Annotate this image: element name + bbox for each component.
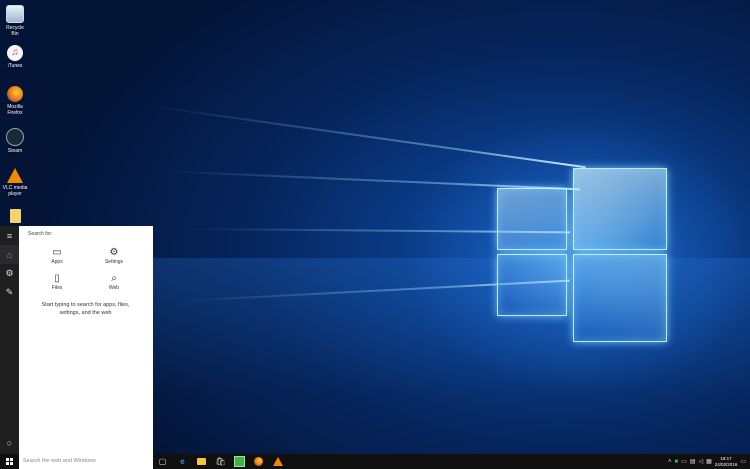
search-hint-text: Start typing to search for apps, files, … xyxy=(41,302,130,316)
search-panel: Search for: ▭ Apps ⚙ Settings ▯ Files ⌕ … xyxy=(19,226,153,454)
chevron-up-icon[interactable]: ˄ xyxy=(668,459,672,465)
apps-icon: ▭ xyxy=(52,247,62,258)
logo-pane-top-left xyxy=(497,188,567,250)
firefox-icon xyxy=(7,86,23,102)
vlc-icon[interactable] xyxy=(272,456,283,467)
desktop-icon-label: VLC media player xyxy=(2,185,28,197)
logo-pane-top-right xyxy=(573,168,667,250)
system-tray: ˄ ■ ▭ ▤ ◁ ▦ 18:17 24/02/2016 ▭ xyxy=(668,455,746,468)
category-label: Files xyxy=(51,285,63,291)
itunes-icon: ♫ xyxy=(7,45,23,61)
steam-icon xyxy=(6,128,24,146)
desktop-icon-firefox[interactable]: Mozilla Firefox xyxy=(2,86,28,116)
desktop-icon-itunes[interactable]: ♫ iTunes xyxy=(2,45,28,69)
gear-icon: ⚙ xyxy=(109,247,119,258)
desktop-icon-recycle-bin[interactable]: Recycle Bin xyxy=(2,5,28,37)
clock-date: 24/02/2016 xyxy=(714,461,738,467)
green-app-icon[interactable] xyxy=(234,456,245,467)
task-view-icon[interactable]: ▢ xyxy=(157,456,168,467)
firefox-icon[interactable] xyxy=(253,456,264,467)
desktop-icon-label: Mozilla Firefox xyxy=(7,104,23,116)
taskbar-clock[interactable]: 18:17 24/02/2016 xyxy=(715,456,738,467)
logo-pane-bottom-left xyxy=(497,254,567,316)
start-left-rail: ≡ ⌂ ⚙ ✎ ○ xyxy=(0,226,19,454)
cortana-circle-icon[interactable]: ○ xyxy=(0,433,19,452)
category-label: Apps xyxy=(51,259,63,265)
volume-icon[interactable]: ◁ xyxy=(699,458,704,465)
language-icon[interactable]: ▦ xyxy=(706,458,712,465)
desktop-icon-label: iTunes xyxy=(7,63,23,69)
search-for-label: Search for: xyxy=(28,231,53,237)
home-icon[interactable]: ⌂ xyxy=(0,245,19,264)
network-icon[interactable]: ▤ xyxy=(690,458,696,465)
search-icon: ⌕ xyxy=(111,273,117,284)
search-category-apps[interactable]: ▭ Apps xyxy=(37,247,77,265)
logo-pane-bottom-right xyxy=(573,254,667,342)
category-label: Settings xyxy=(104,259,124,265)
search-category-settings[interactable]: ⚙ Settings xyxy=(94,247,134,265)
taskbar-search-input[interactable]: Search the web and Windows xyxy=(19,454,153,469)
desktop-icon-label: Steam xyxy=(7,148,23,154)
feedback-icon[interactable]: ✎ xyxy=(0,283,19,302)
start-button[interactable] xyxy=(0,454,19,469)
search-category-web[interactable]: ⌕ Web xyxy=(94,273,134,291)
file-icon: ▯ xyxy=(54,273,60,284)
search-category-files[interactable]: ▯ Files xyxy=(37,273,77,291)
desktop-icon-vlc[interactable]: VLC media player xyxy=(2,168,28,197)
tray-app-icon[interactable]: ■ xyxy=(675,459,679,465)
desktop-icon-steam[interactable]: Steam xyxy=(2,128,28,154)
category-label: Web xyxy=(108,285,120,291)
store-icon[interactable]: 🛍 xyxy=(215,456,226,467)
folder-icon xyxy=(9,209,21,223)
edge-icon[interactable]: e xyxy=(177,456,188,467)
notifications-icon[interactable]: ▭ xyxy=(740,458,746,465)
recycle-bin-icon xyxy=(6,5,24,23)
file-explorer-icon[interactable] xyxy=(196,456,207,467)
light-beam xyxy=(149,105,586,169)
desktop-icon-label: Recycle Bin xyxy=(6,25,24,37)
windows-logo-icon xyxy=(6,458,13,465)
gear-icon[interactable]: ⚙ xyxy=(0,264,19,283)
desktop-icon-folder[interactable] xyxy=(2,209,28,223)
vlc-icon xyxy=(7,168,23,183)
hamburger-menu-icon[interactable]: ≡ xyxy=(0,226,19,245)
battery-icon[interactable]: ▭ xyxy=(681,458,687,465)
